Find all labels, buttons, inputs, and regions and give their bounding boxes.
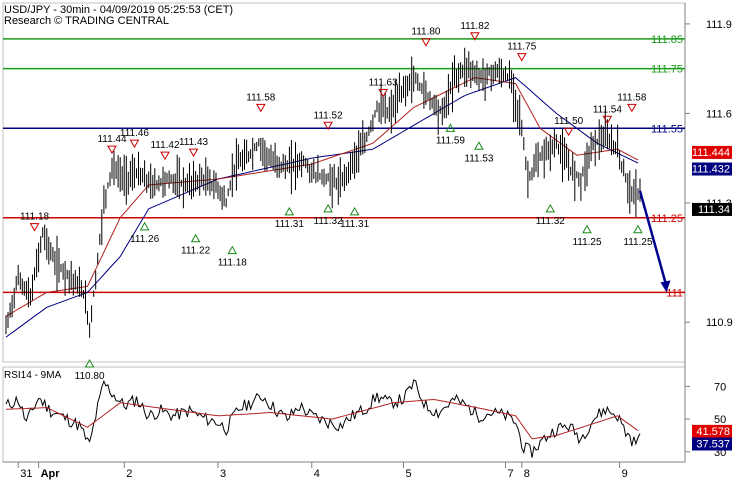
level-label: 111.75	[651, 64, 683, 76]
x-tick-label: Apr	[41, 468, 61, 480]
chart-subtitle: Research © TRADING CENTRAL	[4, 15, 169, 27]
pivot-label: 111.52	[314, 110, 344, 121]
y-tick-label: 110.9	[706, 317, 733, 329]
pivot-label: 111.31	[275, 219, 305, 230]
pivot-label: 111.18	[218, 258, 248, 269]
pivot-label: 111.75	[507, 42, 537, 53]
pivot-label: 111.50	[554, 116, 584, 127]
price-tag-label: 111.432	[692, 164, 730, 176]
y-tick-label: 111.6	[706, 108, 732, 120]
pivot-label: 111.80	[411, 27, 441, 38]
x-tick-label: 3	[220, 468, 226, 480]
pivot-label: 111.32	[314, 216, 344, 227]
x-tick-label: 7	[507, 468, 513, 480]
rsi-tag-label: 37.537	[696, 438, 730, 450]
level-label: 111.85	[651, 34, 683, 46]
pivot-label: 111.42	[150, 140, 180, 151]
pivot-label: 111.25	[623, 237, 653, 248]
rsi-tag-label: 41.578	[696, 426, 730, 438]
pivot-label: 111.31	[340, 219, 370, 230]
pivot-label: 111.82	[460, 21, 490, 32]
x-tick-label: 4	[314, 468, 320, 480]
level-label: 111.25	[651, 213, 683, 225]
price-tag-label: 111.34	[698, 204, 730, 216]
pivot-label: 111.63	[369, 77, 399, 88]
pivot-label: 111.43	[179, 137, 209, 148]
pivot-label: 111.59	[436, 135, 466, 146]
level-label: 111	[666, 287, 683, 299]
pivot-label: 111.25	[572, 237, 602, 248]
x-tick-label: 2	[126, 468, 132, 480]
price-tag-label: 111.444	[692, 147, 730, 159]
level-label: 111.55	[651, 123, 683, 135]
pivot-label: 111.26	[130, 234, 160, 245]
x-tick-label: 5	[406, 468, 412, 480]
x-tick-label: 9	[622, 468, 628, 480]
chart-root: 111.85 111.75 111.55 111.25 111 111.18 110.80…	[0, 0, 735, 480]
x-tick-label: 31	[20, 468, 32, 480]
pivot-label: 110.80	[75, 371, 105, 382]
pivot-label: 111.53	[464, 153, 494, 164]
rsi-panel-title: RSI14 - 9MA	[4, 370, 62, 381]
pivot-label: 111.46	[120, 128, 150, 139]
pivot-label: 111.22	[181, 246, 211, 257]
pivot-label: 111.54	[593, 104, 623, 115]
pivot-label: 111.18	[20, 212, 50, 223]
pivot-label: 111.32	[536, 216, 566, 227]
pivot-label: 111.58	[617, 92, 647, 103]
rsi-tick-label: 70	[714, 381, 726, 393]
pivot-label: 111.58	[246, 92, 276, 103]
rsi-tick-label: 50	[714, 414, 726, 426]
x-tick-label: 8	[524, 468, 530, 480]
y-tick-label: 111.9	[706, 19, 732, 31]
